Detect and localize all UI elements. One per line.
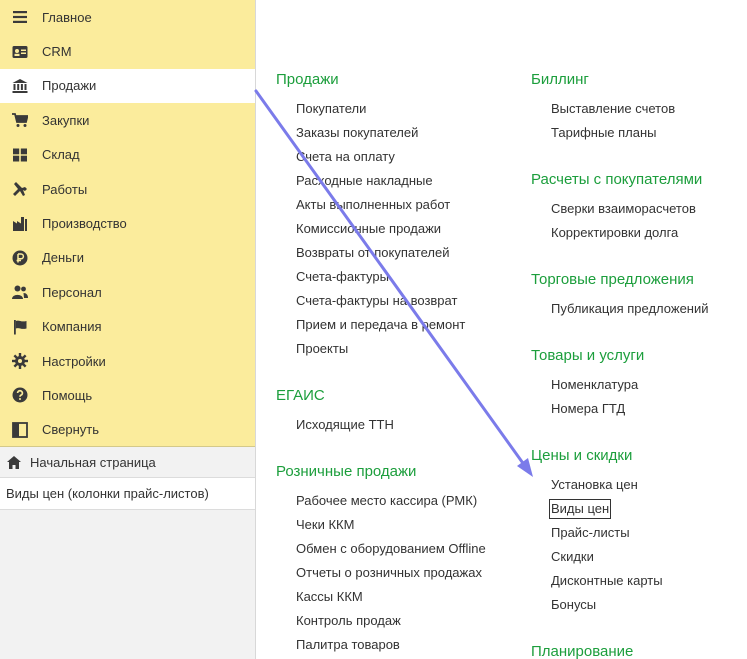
menu-link[interactable]: Прайс-листы xyxy=(551,525,630,541)
tools-icon xyxy=(12,181,28,197)
section-title: Планирование xyxy=(531,643,634,659)
menu-link[interactable]: Чеки ККМ xyxy=(296,517,354,533)
sidebar-item-label: Свернуть xyxy=(42,422,100,438)
section-title: ЕГАИС xyxy=(276,387,325,404)
sidebar-item-label: Склад xyxy=(42,147,80,163)
menu-link[interactable]: Комиссионные продажи xyxy=(296,221,441,237)
sidebar-item-label: Закупки xyxy=(42,112,90,128)
gear-icon xyxy=(12,353,28,370)
menu-link[interactable]: Рабочее место кассира (РМК) xyxy=(296,493,477,509)
sidebar-item-label: Компания xyxy=(42,319,102,335)
menu-link[interactable]: Счета на оплату xyxy=(296,149,395,165)
menu-link[interactable]: Сверки взаиморасчетов xyxy=(551,201,696,217)
people-icon xyxy=(12,284,28,300)
section-title: Товары и услуги xyxy=(531,347,645,364)
menu-link[interactable]: Счета-фактуры на возврат xyxy=(296,293,457,309)
menu-link[interactable]: Кассы ККМ xyxy=(296,589,363,605)
sidebar-item-10[interactable]: Компания xyxy=(0,310,255,344)
sidebar: Главное CRM Продажи Закупки Склад Работы Произ… xyxy=(0,0,256,659)
sidebar-item-label: Помощь xyxy=(42,387,93,403)
menu-link[interactable]: Дисконтные карты xyxy=(551,573,663,589)
warehouse-grid-icon xyxy=(12,147,28,163)
section-title: Цены и скидки xyxy=(531,447,633,464)
menu-link[interactable]: Публикация предложений xyxy=(551,301,709,317)
open-window-label: Виды цен (колонки прайс-листов) xyxy=(6,486,209,501)
flag-icon xyxy=(12,319,28,335)
sidebar-item-3[interactable]: Продажи xyxy=(0,68,255,104)
sidebar-item-7[interactable]: Производство xyxy=(0,206,255,240)
factory-icon xyxy=(12,216,28,232)
menu-link[interactable]: Заказы покупателей xyxy=(296,125,418,141)
menu-link[interactable]: Расходные накладные xyxy=(296,173,433,189)
menu-link[interactable]: Скидки xyxy=(551,549,594,565)
menu-link[interactable]: Акты выполненных работ xyxy=(296,197,450,213)
menu-link[interactable]: Счета-фактуры xyxy=(296,269,389,285)
sidebar-item-label: CRM xyxy=(42,44,72,60)
home-page-label: Начальная страница xyxy=(30,455,156,470)
home-page-link[interactable]: Начальная страница xyxy=(0,448,255,478)
sidebar-item-1[interactable]: Главное xyxy=(0,0,255,34)
sidebar-item-4[interactable]: Закупки xyxy=(0,103,255,137)
sidebar-item-6[interactable]: Работы xyxy=(0,172,255,206)
menu-link[interactable]: Бонусы xyxy=(551,597,596,613)
contact-card-icon xyxy=(12,44,28,60)
menu-link[interactable]: Контроль продаж xyxy=(296,613,401,629)
sidebar-item-11[interactable]: Настройки xyxy=(0,344,255,378)
sidebar-item-label: Главное xyxy=(42,9,92,25)
sidebar-item-12[interactable]: Помощь xyxy=(0,378,255,412)
sidebar-item-9[interactable]: Персонал xyxy=(0,275,255,309)
shopping-cart-icon xyxy=(12,112,28,128)
sidebar-item-label: Персонал xyxy=(42,284,102,300)
open-window-tab[interactable]: Виды цен (колонки прайс-листов) xyxy=(0,478,255,510)
menu-link[interactable]: Выставление счетов xyxy=(551,101,675,117)
menu-link[interactable]: Прием и передача в ремонт xyxy=(296,317,465,333)
collapse-panel-icon xyxy=(12,421,28,438)
section-title: Расчеты с покупателями xyxy=(531,171,703,188)
sidebar-item-13[interactable]: Свернуть xyxy=(0,413,255,447)
menu-link[interactable]: Обмен с оборудованием Offline xyxy=(296,541,486,557)
menu-link[interactable]: Исходящие ТТН xyxy=(296,417,394,433)
section-title: Продажи xyxy=(276,71,339,88)
menu-link[interactable]: Установка цен xyxy=(551,477,638,493)
menu-link[interactable]: Тарифные планы xyxy=(551,125,657,141)
section-nav: Главное CRM Продажи Закупки Склад Работы Произ… xyxy=(0,0,255,447)
section-title: Биллинг xyxy=(531,71,589,88)
hamburger-menu-icon xyxy=(12,9,28,25)
sidebar-item-8[interactable]: Деньги xyxy=(0,241,255,275)
menu-link[interactable]: Виды цен xyxy=(548,499,612,519)
home-icon xyxy=(7,456,21,469)
menu-link[interactable]: Отчеты о розничных продажах xyxy=(296,565,482,581)
sidebar-item-label: Производство xyxy=(42,216,127,232)
sidebar-item-label: Работы xyxy=(42,181,88,197)
menu-link[interactable]: Номенклатура xyxy=(551,377,638,393)
menu-link[interactable]: Корректировки долга xyxy=(551,225,678,241)
menu-link[interactable]: Возвраты от покупателей xyxy=(296,245,450,261)
sidebar-item-label: Продажи xyxy=(42,78,97,94)
menu-link[interactable]: Покупатели xyxy=(296,101,366,117)
menu-link[interactable]: Номера ГТД xyxy=(551,401,625,417)
sidebar-item-label: Деньги xyxy=(42,250,84,266)
question-icon xyxy=(12,387,28,403)
sidebar-item-5[interactable]: Склад xyxy=(0,138,255,172)
sidebar-item-label: Настройки xyxy=(42,353,106,369)
section-title: Торговые предложения xyxy=(531,271,694,288)
menu-link[interactable]: Проекты xyxy=(296,341,348,357)
cash-register-icon xyxy=(12,78,28,94)
sidebar-item-2[interactable]: CRM xyxy=(0,34,255,68)
menu-link[interactable]: Палитра товаров xyxy=(296,637,400,653)
ruble-coin-icon xyxy=(12,250,28,266)
section-title: Розничные продажи xyxy=(276,463,417,480)
